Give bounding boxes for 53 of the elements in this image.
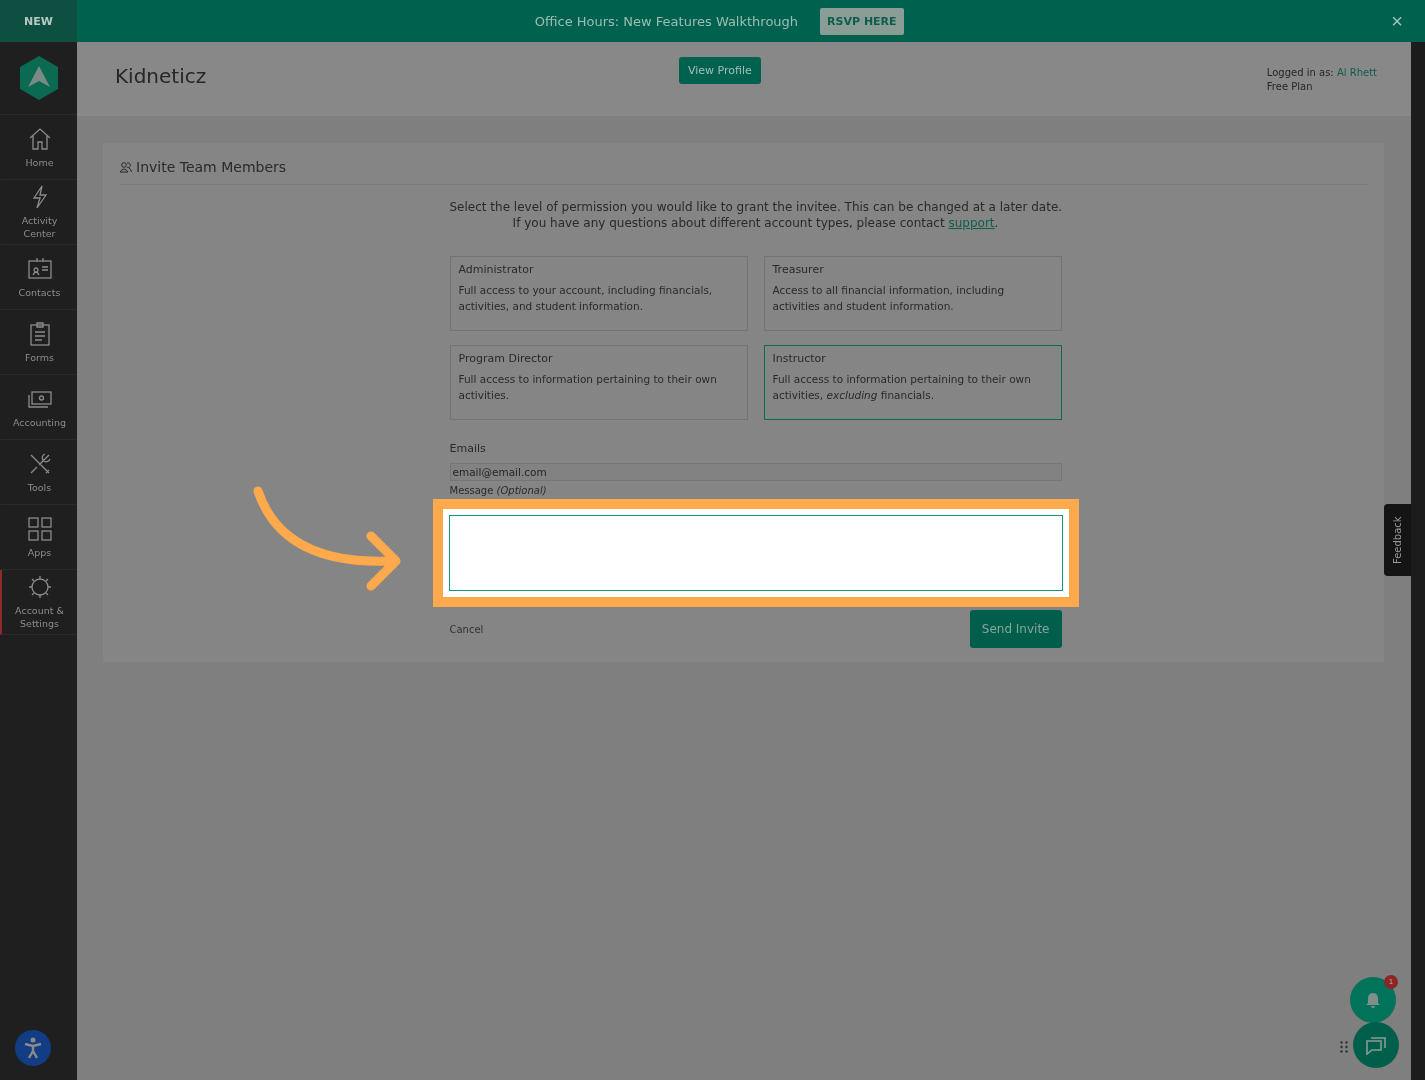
close-button[interactable]: × bbox=[1391, 11, 1403, 31]
new-tag: NEW bbox=[0, 0, 77, 42]
contacts-icon bbox=[26, 255, 53, 282]
role-name: Treasurer bbox=[772, 263, 825, 276]
intro-text: If you have any questions about different account types, please contact support. bbox=[511, 215, 1000, 231]
sidebar-item[interactable]: Account & Settings bbox=[0, 570, 77, 635]
role-option[interactable]: Administrator Full access to your account, including financials, activities, and student information. bbox=[449, 256, 748, 331]
logged-in-label: Logged in as: bbox=[1266, 67, 1334, 78]
plan-label: Free Plan bbox=[1266, 80, 1314, 94]
people-icon bbox=[119, 161, 132, 173]
sidebar-item[interactable]: Home bbox=[0, 115, 77, 180]
gear-icon bbox=[26, 574, 53, 600]
role-description: Full access to your account, including financials, activities, and student information. bbox=[458, 283, 714, 314]
bell-icon bbox=[1365, 991, 1381, 1009]
role-description: Full access to information pertaining to their own activities, excluding financials. bbox=[772, 372, 1032, 403]
role-name: Program Director bbox=[458, 352, 554, 365]
apps-icon bbox=[26, 515, 53, 542]
sidebar-item[interactable]: Activity Center bbox=[0, 180, 77, 245]
rsvp-button[interactable]: RSVP HERE bbox=[820, 7, 904, 35]
intro-text: Select the level of permission you would like to grant the invitee. This can be changed at a later date. bbox=[449, 199, 1062, 215]
view-profile-button[interactable]: View Profile bbox=[679, 57, 761, 84]
role-description: Full access to information pertaining to their own activities. bbox=[458, 372, 718, 403]
emails-label: Emails bbox=[449, 442, 487, 455]
organization-name: Kidneticz bbox=[115, 64, 208, 88]
sidebar-item[interactable]: Apps bbox=[0, 505, 77, 570]
banner-message: Office Hours: New Features Walkthrough bbox=[534, 13, 799, 29]
chat-icon bbox=[1365, 1035, 1387, 1055]
role-option[interactable]: Program Director Full access to information pertaining to their own activities. bbox=[449, 345, 748, 420]
role-name: Administrator bbox=[458, 263, 535, 276]
role-option[interactable]: Instructor Full access to information pertaining to their own activities, excluding financials. bbox=[763, 345, 1062, 420]
send-invite-button[interactable]: Send Invite bbox=[969, 610, 1062, 648]
sidebar-item[interactable]: Accounting bbox=[0, 375, 77, 440]
support-link[interactable]: support bbox=[948, 216, 995, 230]
feedback-tab[interactable]: Feedback bbox=[1384, 504, 1411, 576]
cancel-link[interactable]: Cancel bbox=[449, 623, 484, 635]
notifications-button[interactable]: 1 bbox=[1350, 977, 1396, 1023]
notification-count: 1 bbox=[1384, 975, 1398, 989]
sidebar-item[interactable]: Forms bbox=[0, 310, 77, 375]
sidebar-item[interactable]: Tools bbox=[0, 440, 77, 505]
role-description: Access to all financial information, including activities and student information. bbox=[772, 283, 1006, 314]
message-field[interactable] bbox=[448, 515, 1063, 591]
card-title: Invite Team Members bbox=[136, 159, 287, 175]
logo-icon bbox=[18, 56, 59, 100]
emails-field[interactable]: email@email.com bbox=[449, 463, 1062, 481]
scrollbar[interactable] bbox=[1411, 42, 1425, 1080]
user-link[interactable]: Al Rhett bbox=[1336, 67, 1377, 78]
sidebar-item[interactable]: Contacts bbox=[0, 245, 77, 310]
message-label: Message (Optional) bbox=[449, 485, 548, 497]
accessibility-button[interactable] bbox=[15, 1030, 51, 1066]
chat-button[interactable] bbox=[1353, 1022, 1399, 1068]
role-name: Instructor bbox=[772, 352, 827, 365]
role-option[interactable]: Treasurer Access to all financial information, including activities and student information. bbox=[763, 256, 1062, 331]
drag-handle-icon[interactable] bbox=[1340, 1041, 1348, 1053]
